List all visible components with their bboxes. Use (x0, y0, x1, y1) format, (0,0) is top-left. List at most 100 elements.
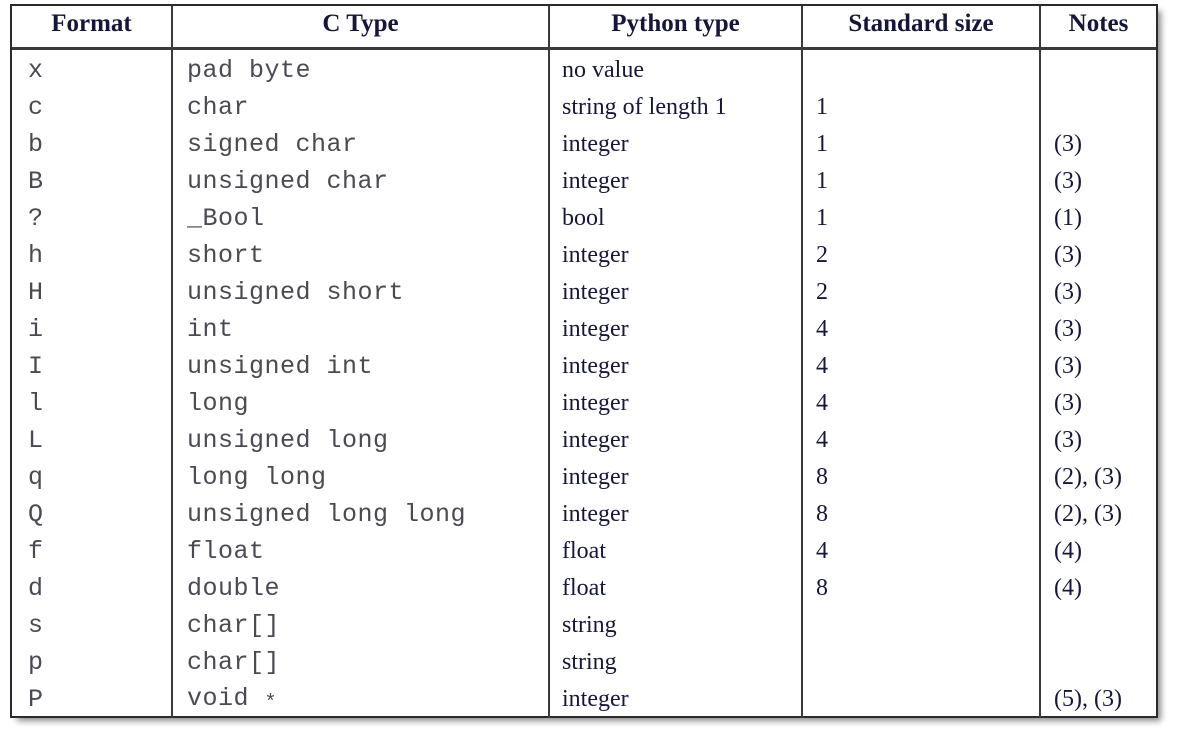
cell-standard-size: 4 (802, 311, 1041, 348)
cell-python-type: integer (549, 385, 803, 422)
cell-c-type: pad byte (172, 48, 550, 89)
cell-standard-size: 1 (802, 89, 1041, 126)
cell-python-type: integer (549, 459, 803, 496)
cell-python-type: integer (549, 496, 803, 533)
cell-format: c (12, 89, 173, 126)
cell-c-type: char[] (172, 644, 550, 681)
table-row: Lunsigned long integer 4 (3) (12, 422, 1156, 459)
cell-c-type: unsigned char (172, 163, 550, 200)
table-row: x pad byte no value (12, 48, 1156, 90)
cell-standard-size: 2 (802, 274, 1041, 311)
table-header-row: Format C Type Python type Standard size … (12, 6, 1156, 50)
table-row: ? _Bool bool 1 (1) (12, 200, 1156, 237)
cell-c-type: unsigned short (172, 274, 550, 311)
cell-c-type: float (172, 533, 550, 570)
cell-standard-size (802, 607, 1041, 644)
cell-python-type: float (549, 570, 803, 607)
cell-format: d (12, 570, 173, 607)
cell-c-type: _Bool (172, 200, 550, 237)
cell-format: q (12, 459, 173, 496)
cell-standard-size: 8 (802, 570, 1041, 607)
cell-notes: (4) (1054, 538, 1082, 564)
cell-notes: (3) (1054, 316, 1082, 342)
cell-python-type: string (549, 607, 803, 644)
table-row: i int integer 4 (3) (12, 311, 1156, 348)
cell-c-type: unsigned long long (172, 496, 550, 533)
cell-format: l (12, 385, 173, 422)
cell-notes: (1) (1054, 205, 1082, 231)
table-row: s char[] string (12, 607, 1156, 644)
cell-standard-size: 4 (802, 533, 1041, 570)
cell-c-type: long (172, 385, 550, 422)
column-header-notes: Notes (1040, 6, 1156, 50)
cell-notes: (5), (3) (1054, 686, 1122, 712)
cell-standard-size: 1 (802, 163, 1041, 200)
table-row: Pvoid * integer (5), (3) (12, 681, 1156, 718)
cell-c-type: double (172, 570, 550, 607)
cell-c-type: char (172, 89, 550, 126)
cell-notes: (3) (1054, 131, 1082, 157)
cell-python-type: integer (549, 163, 803, 200)
column-header-format: Format (12, 6, 173, 50)
cell-c-type: unsigned int (172, 348, 550, 385)
cell-python-type: integer (549, 422, 803, 459)
cell-standard-size: 1 (802, 200, 1041, 237)
cell-notes: (3) (1054, 390, 1082, 416)
cell-standard-size: 1 (802, 126, 1041, 163)
cell-python-type: float (549, 533, 803, 570)
cell-format: I (12, 348, 173, 385)
struct-format-table-container: Format C Type Python type Standard size … (10, 4, 1158, 718)
cell-c-type: int (172, 311, 550, 348)
cell-standard-size (802, 681, 1041, 718)
cell-notes: (3) (1054, 242, 1082, 268)
cell-notes: (3) (1054, 353, 1082, 379)
cell-standard-size: 4 (802, 348, 1041, 385)
table-row: Bunsigned char integer 1 (3) (12, 163, 1156, 200)
cell-notes: (3) (1054, 427, 1082, 453)
cell-python-type: integer (549, 311, 803, 348)
struct-format-table: Format C Type Python type Standard size … (12, 6, 1156, 718)
cell-format: i (12, 311, 173, 348)
cell-standard-size: 8 (802, 496, 1041, 533)
cell-format: x (12, 48, 173, 89)
cell-notes: (2), (3) (1054, 501, 1122, 527)
cell-notes (1040, 89, 1156, 126)
cell-python-type: integer (549, 126, 803, 163)
cell-format: ? (12, 200, 173, 237)
cell-format: h (12, 237, 173, 274)
column-header-python-type: Python type (549, 6, 803, 50)
table-row: Hunsigned short integer 2 (3) (12, 274, 1156, 311)
cell-standard-size (802, 644, 1041, 681)
cell-c-type: unsigned long (172, 422, 550, 459)
table-row: h short integer 2 (3) (12, 237, 1156, 274)
cell-notes: (3) (1054, 168, 1082, 194)
cell-c-type: short (172, 237, 550, 274)
cell-c-type: char[] (172, 607, 550, 644)
cell-python-type: integer (549, 274, 803, 311)
cell-python-type: no value (549, 48, 803, 89)
table-body: x pad byte no value c char string of length 1… (12, 48, 1156, 718)
cell-standard-size: 2 (802, 237, 1041, 274)
cell-format: s (12, 607, 173, 644)
table-row: Iunsigned int integer 4 (3) (12, 348, 1156, 385)
cell-notes: (2), (3) (1054, 464, 1122, 490)
cell-c-type: long long (172, 459, 550, 496)
cell-notes (1040, 49, 1156, 90)
cell-python-type: integer (549, 237, 803, 274)
cell-format: P (12, 681, 173, 718)
table-row: l long integer 4 (3) (12, 385, 1156, 422)
asterisk-glyph: * (264, 692, 278, 716)
cell-standard-size: 4 (802, 422, 1041, 459)
cell-standard-size: 8 (802, 459, 1041, 496)
cell-format: Q (12, 496, 173, 533)
cell-python-type: integer (549, 348, 803, 385)
cell-python-type: bool (549, 200, 803, 237)
table-row: d double float 8 (4) (12, 570, 1156, 607)
table-row: f float float 4 (4) (12, 533, 1156, 570)
cell-c-type: signed char (172, 126, 550, 163)
column-header-c-type: C Type (172, 6, 550, 50)
table-header: Format C Type Python type Standard size … (12, 6, 1156, 50)
cell-format: B (12, 163, 173, 200)
cell-python-type: string of length 1 (549, 89, 803, 126)
column-header-standard-size: Standard size (802, 6, 1041, 50)
